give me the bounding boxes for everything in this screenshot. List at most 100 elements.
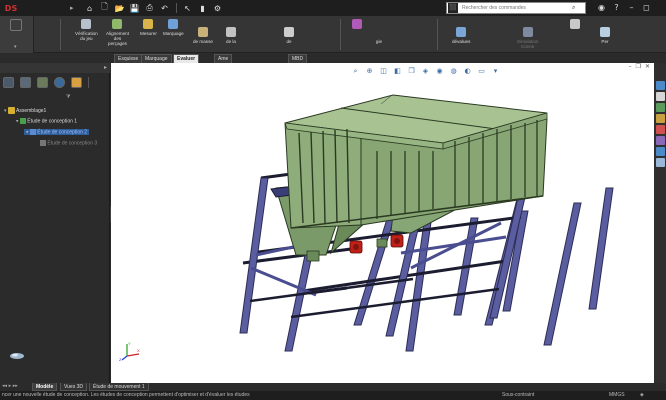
tab-label: Étude de mouvement 1 <box>93 384 145 390</box>
design-library-icon[interactable] <box>8 351 26 361</box>
tab-sketch[interactable]: Esquisse <box>114 54 143 63</box>
tab-label: Marquage <box>145 56 168 62</box>
tab-evaluate[interactable]: Evaluer <box>173 54 200 63</box>
configuration-tab-icon[interactable] <box>37 76 48 88</box>
ribbon-button-label: dévalues <box>452 39 471 44</box>
ribbon-button-sensor[interactable]: de <box>284 19 294 44</box>
tab-label: Modèle <box>36 384 54 390</box>
undo-icon[interactable]: ↶ <box>159 2 171 14</box>
search-icon[interactable]: ⌕ <box>572 4 575 12</box>
user-icon[interactable]: ◉ <box>596 2 607 13</box>
sensor-icon <box>284 27 294 37</box>
measure-icon <box>143 19 154 29</box>
tree-item-design-study-2[interactable]: ▾ Étude de conception 2 <box>24 129 90 136</box>
tab-label: MBD <box>292 56 304 62</box>
feature-tree-tab-icon[interactable] <box>3 76 14 88</box>
command-search[interactable]: ⬛ ⌕ <box>446 2 586 14</box>
expand-arrow-icon[interactable]: ▸ <box>70 4 74 12</box>
ribbon-button-link[interactable] <box>570 19 580 31</box>
panel-separator <box>88 76 89 88</box>
solidworks-logo[interactable]: DS <box>0 0 22 16</box>
title-bar: DS ▸ ⌂ 🗋 📂 💾 ⎙ ↶ ↖ ▮ ⚙ ⬛ ⌕ ◉ ? – ◻ <box>0 0 666 16</box>
axis-triad: X Y Z <box>119 341 140 362</box>
ribbon-button-design-study[interactable] <box>352 19 362 31</box>
chevron-down-icon[interactable]: ▾ <box>4 108 7 114</box>
link-icon <box>570 19 580 29</box>
minimize-icon[interactable]: – <box>626 2 637 13</box>
ribbon-button-label: Marquage <box>163 31 184 36</box>
tab-ame[interactable]: Ame <box>214 54 233 63</box>
ribbon-button-mass-properties[interactable]: de masse <box>193 19 213 44</box>
hopper-outlet <box>306 250 320 262</box>
ribbon-button-evaluate[interactable]: dévalues <box>452 19 470 44</box>
tree-item-label: Étude de conception 1 <box>27 118 78 125</box>
ribbon-toggle[interactable]: ▾ <box>0 16 34 53</box>
ribbon-button-label: de <box>286 39 292 44</box>
window-controls: ◉ ? – ◻ <box>596 2 652 13</box>
view-palette-icon[interactable] <box>655 114 665 123</box>
graphics-area[interactable]: ⌕ ⊕ ◫ ◧ ❒ ◈ ◉ ◍ ◐ ▭ ▾ – ❐ ✕ X Y Z <box>111 63 654 383</box>
ribbon-button-section[interactable]: de la <box>226 19 236 44</box>
model-3d-view[interactable] <box>111 63 654 383</box>
restore-icon[interactable]: ◻ <box>641 2 652 13</box>
open-icon[interactable]: 📂 <box>114 2 126 14</box>
tab-mbd[interactable]: MBD <box>288 54 308 63</box>
documents-icon[interactable] <box>655 158 665 167</box>
status-sketch-state: Sous-contraint <box>502 392 535 398</box>
blank-icon <box>374 27 384 37</box>
save-icon[interactable]: 💾 <box>129 2 141 14</box>
resources-icon[interactable] <box>655 81 665 90</box>
home-icon[interactable]: ⌂ <box>84 2 96 14</box>
ribbon-button-label: Alignement des perçages <box>106 31 129 46</box>
options-icon[interactable]: ⚙ <box>212 2 224 14</box>
tab-navigation-icon[interactable]: ◂◂ ▸ ▸▸ <box>2 383 18 389</box>
ribbon-button-label: de la <box>226 39 236 44</box>
chevron-right-icon[interactable]: ▸ <box>104 64 107 71</box>
file-explorer-icon[interactable] <box>655 103 665 112</box>
ribbon-button-measure[interactable]: Mesurer <box>140 19 157 36</box>
property-manager-tab-icon[interactable] <box>20 76 31 88</box>
print-icon[interactable]: ⎙ <box>144 2 156 14</box>
tree-item-root[interactable]: ▾ Assemblage1 <box>4 107 46 114</box>
chevron-down-icon[interactable]: ▾ <box>14 44 17 50</box>
ribbon-separator <box>340 19 341 50</box>
status-message: ncer une nouvelle étude de conception. L… <box>2 392 250 398</box>
chevron-down-icon[interactable]: ▾ <box>16 118 19 124</box>
ribbon-button-performance[interactable]: Per <box>600 19 610 44</box>
status-units[interactable]: MMGS <box>609 392 625 398</box>
tree-item-label: Étude de conception 3 <box>47 140 98 147</box>
ribbon-button-simulation[interactable]: Simulation Conne <box>517 19 538 49</box>
frame-brace <box>400 235 507 255</box>
bottom-tabs: ◂◂ ▸ ▸▸ Modèle Vues 3D Étude de mouvemen… <box>0 383 666 391</box>
tree-item-design-study-3[interactable]: Étude de conception 3 <box>40 140 97 146</box>
chevron-down-icon[interactable]: ▾ <box>26 129 29 135</box>
ribbon-button-label: Simulation Conne <box>517 39 539 49</box>
appearances-icon[interactable] <box>655 125 665 134</box>
design-library-icon[interactable] <box>655 92 665 101</box>
dimxpert-tab-icon[interactable] <box>54 76 65 88</box>
display-manager-tab-icon[interactable] <box>71 76 82 88</box>
search-input[interactable] <box>462 5 572 11</box>
frame-leg <box>543 202 582 346</box>
select-icon[interactable]: ↖ <box>182 2 194 14</box>
status-options-icon[interactable]: ◈ <box>640 392 644 398</box>
forum-icon[interactable] <box>655 147 665 156</box>
help-icon[interactable]: ? <box>611 2 622 13</box>
custom-properties-icon[interactable] <box>655 136 665 145</box>
tab-motion-study[interactable]: Étude de mouvement 1 <box>89 383 149 391</box>
tab-model[interactable]: Modèle <box>32 383 58 391</box>
tree-item-design-study-1[interactable]: ▾ Étude de conception 1 <box>16 118 77 124</box>
mass-properties-icon <box>197 27 208 37</box>
design-study-icon <box>352 19 362 29</box>
ribbon-button-clearance[interactable]: Vérification du jeu <box>75 19 98 41</box>
tab-markup[interactable]: Marquage <box>141 54 172 63</box>
tab-3d-views[interactable]: Vues 3D <box>60 383 87 391</box>
ribbon-button-markup[interactable]: Marquage <box>163 19 184 36</box>
assembly-icon <box>7 107 15 114</box>
rebuild-icon[interactable]: ▮ <box>197 2 209 14</box>
ribbon-button-hole-alignment[interactable]: Alignement des perçages <box>106 19 129 46</box>
new-icon[interactable]: 🗋 <box>99 2 111 14</box>
search-scope-icon[interactable]: ⬛ <box>448 3 458 13</box>
filter-icon[interactable]: ⧩ <box>66 94 70 100</box>
ribbon-button-gie[interactable]: gie <box>374 19 384 44</box>
